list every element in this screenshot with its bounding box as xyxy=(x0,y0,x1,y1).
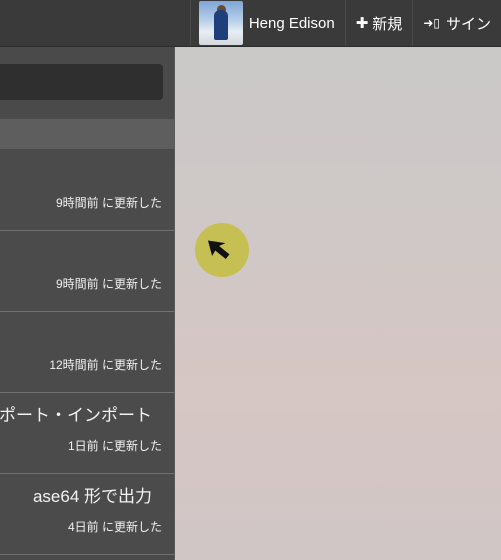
new-button[interactable]: ✚ 新規 xyxy=(344,0,413,46)
item-updated: 12時間前 に更新した xyxy=(49,358,162,372)
signin-button[interactable]: ➜▯ サイン xyxy=(412,0,501,46)
sidebar-panel: 9時間前 に更新した 9時間前 に更新した 12時間前 に更新した ポート・イン… xyxy=(0,47,175,560)
item-updated: 9時間前 に更新した xyxy=(55,196,162,210)
sidebar-header xyxy=(0,119,174,149)
list-item[interactable]: ase64 形で出力 4日前 に更新した xyxy=(0,474,174,555)
item-updated: 1日前 に更新した xyxy=(67,439,162,453)
note-list: 9時間前 に更新した 9時間前 に更新した 12時間前 に更新した ポート・イン… xyxy=(0,150,174,555)
list-item[interactable]: 9時間前 に更新した xyxy=(0,231,174,312)
mouse-pointer-icon xyxy=(208,240,230,260)
item-title: ポート・インポート xyxy=(0,406,152,425)
top-navbar: Heng Edison ✚ 新規 ➜▯ サイン xyxy=(0,0,501,47)
list-item[interactable]: 12時間前 に更新した xyxy=(0,312,174,393)
user-menu[interactable]: Heng Edison xyxy=(189,0,345,46)
item-updated: 9時間前 に更新した xyxy=(55,277,162,291)
signin-label: サイン xyxy=(445,15,491,33)
list-item[interactable]: ポート・インポート 1日前 に更新した xyxy=(0,393,174,474)
avatar-figure xyxy=(213,10,228,40)
list-item[interactable]: 9時間前 に更新した xyxy=(0,150,174,231)
top-right-nav: Heng Edison ✚ 新規 ➜▯ サイン xyxy=(189,0,501,46)
user-name[interactable]: Heng Edison xyxy=(249,15,335,32)
search-input[interactable] xyxy=(0,64,163,100)
item-title: ase64 形で出力 xyxy=(32,487,152,506)
item-updated: 4日前 に更新した xyxy=(67,520,162,534)
plus-icon: ✚ xyxy=(355,15,369,32)
new-label: 新規 xyxy=(372,15,403,33)
cursor-highlight xyxy=(195,223,249,277)
avatar[interactable] xyxy=(198,1,243,45)
signin-icon: ➜▯ xyxy=(423,16,440,30)
